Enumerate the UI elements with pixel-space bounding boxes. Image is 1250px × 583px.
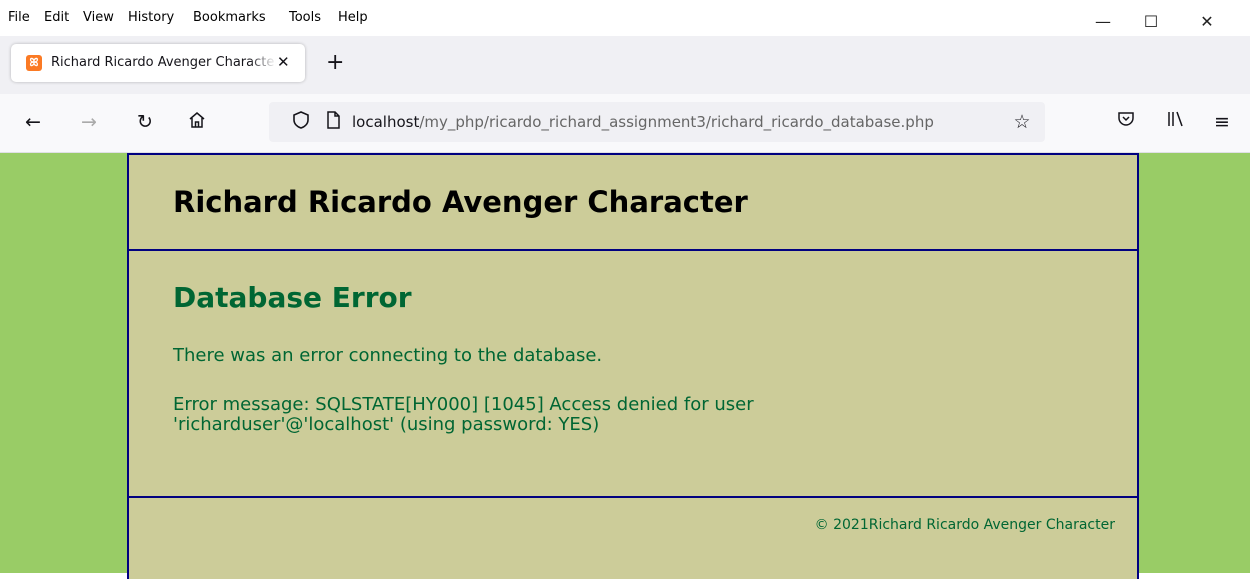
bookmark-star-icon[interactable]: ☆ (1010, 110, 1034, 134)
forward-icon[interactable]: → (77, 110, 101, 134)
main-content: Database Error There was an error connec… (129, 251, 1137, 496)
url-path: /my_php/ricardo_richard_assignment3/rich… (419, 113, 934, 131)
page-icon[interactable] (321, 110, 345, 136)
nav-bar: ← → ↻ localhost/my_php/ricardo_richard_a… (0, 94, 1250, 153)
library-icon[interactable] (1163, 110, 1187, 134)
tab-strip: ꕤ Richard Ricardo Avenger Character ✕ + (0, 36, 1250, 94)
tab-active[interactable]: ꕤ Richard Ricardo Avenger Character ✕ (11, 44, 305, 82)
back-icon[interactable]: ← (21, 110, 45, 134)
url-bar[interactable]: localhost/my_php/ricardo_richard_assignm… (269, 102, 1045, 142)
tab-close-icon[interactable]: ✕ (277, 53, 290, 71)
pocket-icon[interactable] (1114, 110, 1138, 134)
minimize-button[interactable]: — (1080, 4, 1126, 40)
site-footer: © 2021Richard Ricardo Avenger Character (129, 496, 1137, 583)
home-icon[interactable] (185, 110, 209, 136)
page-container: Richard Ricardo Avenger Character Databa… (127, 153, 1139, 579)
menu-bookmarks[interactable]: Bookmarks (193, 10, 266, 25)
url-host: localhost (352, 113, 420, 131)
footer-copyright: © 2021Richard Ricardo Avenger Character (814, 517, 1115, 533)
url-text[interactable]: localhost/my_php/ricardo_richard_assignm… (352, 113, 934, 131)
error-text: There was an error connecting to the dat… (173, 345, 603, 366)
menu-view[interactable]: View (83, 10, 114, 25)
close-window-button[interactable]: ✕ (1184, 4, 1230, 40)
menu-file[interactable]: File (8, 10, 30, 25)
menu-hamburger-icon[interactable]: ≡ (1210, 110, 1234, 134)
reload-icon[interactable]: ↻ (133, 110, 157, 134)
menu-help[interactable]: Help (338, 10, 368, 25)
page-title: Richard Ricardo Avenger Character (173, 185, 748, 219)
page-viewport: Richard Ricardo Avenger Character Databa… (0, 153, 1250, 579)
new-tab-button[interactable]: + (326, 51, 344, 75)
site-header: Richard Ricardo Avenger Character (129, 155, 1137, 251)
menu-edit[interactable]: Edit (44, 10, 69, 25)
error-message: Error message: SQLSTATE[HY000] [1045] Ac… (173, 394, 754, 435)
tab-title: Richard Ricardo Avenger Character (51, 55, 276, 70)
xampp-icon: ꕤ (26, 55, 42, 71)
menu-bar: File Edit View History Bookmarks Tools H… (0, 4, 1250, 32)
menu-history[interactable]: History (128, 10, 174, 25)
shield-icon[interactable] (289, 110, 313, 136)
menu-tools[interactable]: Tools (289, 10, 321, 25)
error-heading: Database Error (173, 281, 412, 314)
maximize-button[interactable]: ☐ (1128, 4, 1174, 40)
